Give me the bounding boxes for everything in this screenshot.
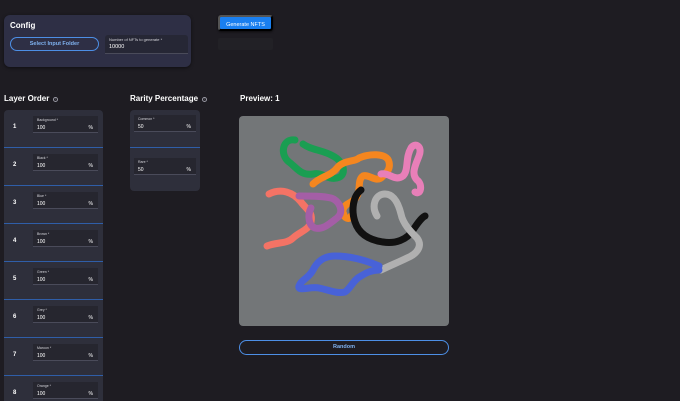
select-input-folder-button[interactable]: Select Input Folder [10, 37, 99, 51]
layer-percentage-field[interactable]: Maroon * 100 % [33, 344, 98, 361]
percent-unit: % [88, 201, 93, 207]
layer-value[interactable]: 100 [37, 277, 45, 283]
percent-unit: % [186, 124, 191, 130]
layer-value[interactable]: 100 [37, 163, 45, 169]
generate-button-shadow [218, 38, 273, 50]
layer-label: Black * [37, 156, 48, 160]
layer-label: Background * [37, 118, 59, 122]
layer-percentage-field[interactable]: Background * 100 % [33, 116, 98, 133]
percent-unit: % [186, 167, 191, 173]
layer-row[interactable]: 8 Orange * 100 % [4, 376, 103, 401]
layer-value[interactable]: 100 [37, 201, 45, 207]
stroke-blue [295, 252, 383, 296]
config-title: Config [10, 21, 36, 30]
rarity-label: Rare * [138, 160, 148, 164]
layer-percentage-field[interactable]: Green * 100 % [33, 268, 98, 285]
layer-label: Grey * [37, 308, 47, 312]
rarity-value[interactable]: 50 [138, 124, 144, 130]
layer-order-list: 1 Background * 100 % 2 Black * 100 % 3 B… [4, 110, 103, 401]
layer-row[interactable]: 6 Grey * 100 % [4, 300, 103, 338]
layer-percentage-field[interactable]: Grey * 100 % [33, 306, 98, 323]
layer-label: Blue * [37, 194, 47, 198]
rarity-row[interactable]: Common * 50 % [130, 110, 200, 148]
layer-percentage-field[interactable]: Orange * 100 % [33, 382, 98, 399]
percent-unit: % [88, 163, 93, 169]
layer-index: 2 [13, 162, 17, 168]
rarity-list: Common * 50 % Rare * 50 % [130, 110, 200, 191]
percent-unit: % [88, 125, 93, 131]
nft-count-label: Number of NFTs to generate * [109, 37, 163, 42]
rarity-label: Common * [138, 117, 155, 121]
layer-value[interactable]: 100 [37, 125, 45, 131]
stroke-grey [370, 190, 423, 274]
layer-row[interactable]: 1 Background * 100 % [4, 110, 103, 148]
layer-percentage-field[interactable]: Brown * 100 % [33, 230, 98, 247]
layer-value[interactable]: 100 [37, 239, 45, 245]
layer-percentage-field[interactable]: Black * 100 % [33, 154, 98, 171]
layer-label: Orange * [37, 384, 52, 388]
rarity-row[interactable]: Rare * 50 % [130, 153, 200, 191]
percent-unit: % [88, 239, 93, 245]
layer-index: 1 [13, 124, 17, 130]
layer-value[interactable]: 100 [37, 353, 45, 359]
rarity-percentage-field[interactable]: Common * 50 % [134, 115, 196, 132]
layer-index: 5 [13, 276, 17, 282]
layer-value[interactable]: 100 [37, 391, 45, 397]
layer-index: 3 [13, 200, 17, 206]
layer-percentage-field[interactable]: Blue * 100 % [33, 192, 98, 209]
rarity-percentage-title: Rarity Percentage [130, 94, 199, 103]
generate-nfts-button[interactable]: Generate NFTS [218, 15, 273, 31]
layer-label: Maroon * [37, 346, 52, 350]
layer-label: Green * [37, 270, 50, 274]
nft-count-input[interactable]: 10000 [109, 44, 124, 50]
config-card: Config Select Input Folder Number of NFT… [4, 15, 191, 67]
layer-row[interactable]: 3 Blue * 100 % [4, 186, 103, 224]
percent-unit: % [88, 315, 93, 321]
layer-order-title: Layer Order [4, 94, 50, 103]
nft-count-field[interactable]: Number of NFTs to generate * 10000 [105, 35, 188, 54]
preview-title: Preview: 1 [240, 94, 280, 103]
random-button[interactable]: Random [239, 340, 449, 355]
layer-row[interactable]: 4 Brown * 100 % [4, 224, 103, 262]
layer-row[interactable]: 7 Maroon * 100 % [4, 338, 103, 376]
percent-unit: % [88, 391, 93, 397]
preview-artwork [263, 136, 429, 296]
percent-unit: % [88, 353, 93, 359]
rarity-value[interactable]: 50 [138, 167, 144, 173]
layer-index: 8 [13, 390, 17, 396]
layer-row[interactable]: 2 Black * 100 % [4, 148, 103, 186]
layer-order-info-icon[interactable]: i [53, 97, 58, 102]
layer-index: 4 [13, 238, 17, 244]
nft-preview-image [239, 116, 449, 326]
percent-unit: % [88, 277, 93, 283]
layer-row[interactable]: 5 Green * 100 % [4, 262, 103, 300]
rarity-percentage-field[interactable]: Rare * 50 % [134, 158, 196, 175]
layer-label: Brown * [37, 232, 50, 236]
layer-value[interactable]: 100 [37, 315, 45, 321]
layer-index: 6 [13, 314, 17, 320]
layer-index: 7 [13, 352, 17, 358]
rarity-info-icon[interactable]: i [202, 97, 207, 102]
